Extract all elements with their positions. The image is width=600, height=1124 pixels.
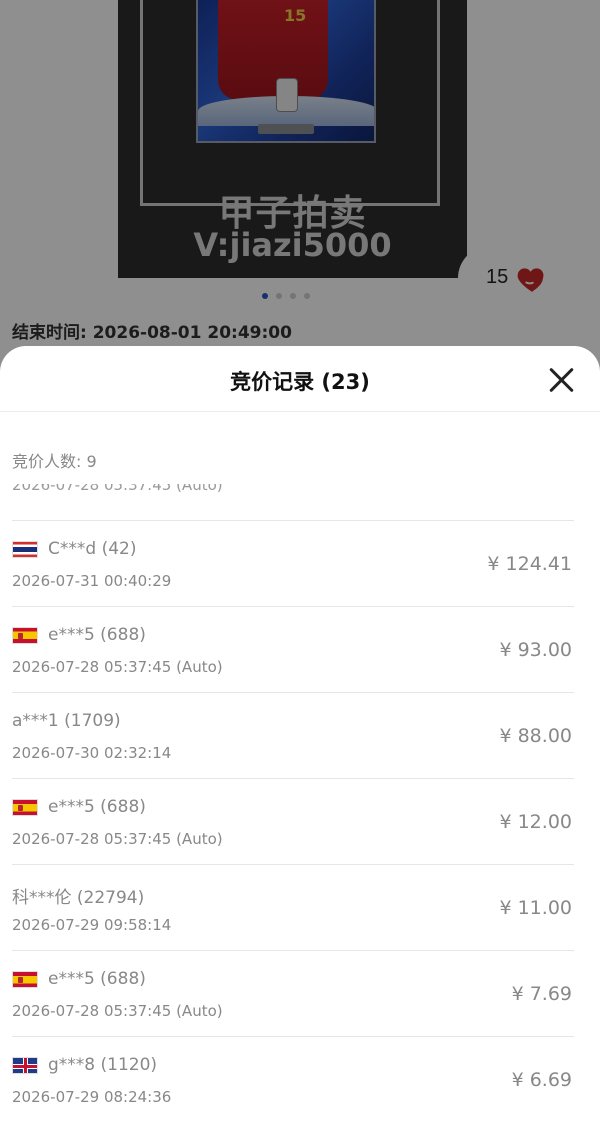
bid-price: ¥ 6.69: [511, 1069, 572, 1091]
bid-price: ¥ 93.00: [499, 639, 572, 661]
bid-row[interactable]: e***5 (688) 2026-07-28 05:37:45 (Auto) ¥…: [12, 607, 574, 693]
bid-time: 2026-07-28 05:37:45 (Auto): [12, 830, 223, 848]
thailand-flag-icon: [12, 540, 38, 558]
bid-row[interactable]: a***1 (1709) 2026-07-30 02:32:14 ¥ 88.00: [12, 693, 574, 779]
bidder-info: C***d (42): [12, 539, 136, 559]
bidder-info: a***1 (1709): [12, 711, 121, 731]
bid-price: ¥ 12.00: [499, 811, 572, 833]
bidder-info: e***5 (688): [12, 797, 146, 817]
bid-row[interactable]: 科***伦 (22794) 2026-07-29 09:58:14 ¥ 11.0…: [12, 865, 574, 951]
bid-time: 2026-07-30 02:32:14: [12, 744, 172, 762]
bid-row[interactable]: g***8 (1120) 2026-07-29 08:24:36 ¥ 6.69: [12, 1037, 574, 1123]
bid-time: 2026-07-29 09:58:14: [12, 916, 172, 934]
bid-time: 2026-07-28 05:37:45 (Auto): [12, 1002, 223, 1020]
bid-list[interactable]: 2026-07-28 05:37:45 (Auto) C***d (42) 20…: [0, 484, 600, 1124]
bidder-name: e***5 (688): [48, 797, 146, 817]
bid-time-partial: 2026-07-28 05:37:45 (Auto): [12, 484, 223, 494]
bid-row[interactable]: e***5 (688) 2026-07-28 05:37:45 (Auto) ¥…: [12, 779, 574, 865]
bidder-info: e***5 (688): [12, 625, 146, 645]
bid-row[interactable]: C***d (42) 2026-07-31 00:40:29 ¥ 124.41: [12, 521, 574, 607]
bid-time: 2026-07-28 05:37:45 (Auto): [12, 658, 223, 676]
bid-price: ¥ 124.41: [487, 553, 572, 575]
spain-flag-icon: [12, 798, 38, 816]
bid-price: ¥ 7.69: [511, 983, 572, 1005]
spain-flag-icon: [12, 970, 38, 988]
product-page-background: 15 甲子拍卖 V:jiazi5000 15 结束时间: 2026-08-01 …: [0, 0, 600, 400]
bid-time: 2026-07-29 08:24:36: [12, 1088, 172, 1106]
uk-flag-icon: [12, 1056, 38, 1074]
bid-history-sheet: 竞价记录 (23) 竞价人数: 9 2026-07-28 05:37:45 (A…: [0, 346, 600, 1124]
bid-price: ¥ 11.00: [499, 897, 572, 919]
bid-row[interactable]: e***5 (688) 2026-07-28 05:37:45 (Auto) ¥…: [12, 951, 574, 1037]
modal-overlay[interactable]: [0, 0, 600, 400]
bidder-info: e***5 (688): [12, 969, 146, 989]
bidder-name: a***1 (1709): [12, 711, 121, 731]
close-icon[interactable]: [548, 366, 576, 394]
bid-time: 2026-07-31 00:40:29: [12, 572, 172, 590]
bidder-name: e***5 (688): [48, 625, 146, 645]
bidder-name: C***d (42): [48, 539, 137, 559]
bidder-name: g***8 (1120): [48, 1055, 158, 1075]
spain-flag-icon: [12, 626, 38, 644]
bidder-info: g***8 (1120): [12, 1055, 157, 1075]
sheet-title: 竞价记录 (23): [230, 370, 370, 394]
bidder-count: 竞价人数: 9: [12, 452, 97, 471]
bidder-info: 科***伦 (22794): [12, 883, 144, 908]
bidder-name: e***5 (688): [48, 969, 146, 989]
bidder-name: 科***伦 (22794): [12, 888, 145, 908]
sheet-header: 竞价记录 (23): [0, 346, 600, 412]
bid-price: ¥ 88.00: [499, 725, 572, 747]
